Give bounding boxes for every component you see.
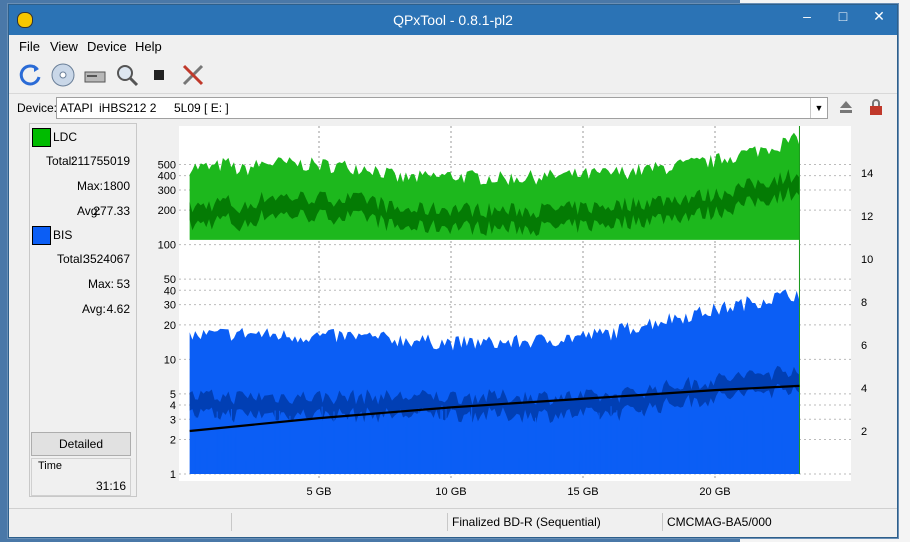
ldc-total: 211755019 xyxy=(70,154,130,168)
scan-icon[interactable] xyxy=(113,61,141,89)
y-tick-left: 50 xyxy=(164,274,176,286)
close-button[interactable]: ✕ xyxy=(861,5,897,29)
bis-max: 53 xyxy=(116,277,130,291)
bis-avg-label: Avg: xyxy=(82,302,106,316)
y-tick-left: 4 xyxy=(170,400,176,412)
lock-icon[interactable] xyxy=(865,96,887,118)
x-tick: 10 GB xyxy=(435,486,466,498)
bis-swatch[interactable] xyxy=(32,226,51,245)
title-bar[interactable]: QPxTool - 0.8.1-pl2 – □ ✕ xyxy=(9,5,897,35)
status-cell-2 xyxy=(231,513,448,531)
toolbar xyxy=(9,57,897,94)
maximize-button[interactable]: □ xyxy=(825,5,861,29)
y-tick-right: 6 xyxy=(861,340,867,352)
time-value: 31:16 xyxy=(95,479,126,493)
y-tick-left: 40 xyxy=(164,285,176,297)
y-tick-right: 4 xyxy=(861,383,867,395)
ldc-avg: 277.33 xyxy=(93,204,130,218)
device-firmware: 5L09 [ E: ] xyxy=(174,101,229,115)
ldc-swatch[interactable] xyxy=(32,128,51,147)
y-tick-left: 500 xyxy=(158,160,176,172)
y-tick-left: 30 xyxy=(164,300,176,312)
stop-icon[interactable] xyxy=(145,61,173,89)
y-tick-right: 8 xyxy=(861,297,867,309)
app-window: QPxTool - 0.8.1-pl2 – □ ✕ File View Devi… xyxy=(8,4,898,538)
y-tick-left: 100 xyxy=(158,240,176,252)
device-model: iHBS212 2 xyxy=(99,101,157,115)
bis-max-label: Max: xyxy=(88,277,115,291)
chart-area xyxy=(179,126,851,481)
detailed-button[interactable]: Detailed xyxy=(31,432,131,456)
device-select[interactable]: ATAPI iHBS212 2 5L09 [ E: ] ▼ xyxy=(56,97,828,119)
menu-bar: File View Device Help xyxy=(9,36,897,56)
time-label: Time xyxy=(38,460,63,472)
status-media: CMCMAG-BA5/000 xyxy=(662,513,873,531)
settings-icon[interactable] xyxy=(179,61,207,89)
chevron-down-icon[interactable]: ▼ xyxy=(810,98,827,118)
status-bar: Finalized BD-R (Sequential) CMCMAG-BA5/0… xyxy=(9,508,897,535)
device-label: Device: xyxy=(17,101,58,115)
bis-avg: 4.62 xyxy=(106,302,130,316)
y-tick-right: 14 xyxy=(861,168,873,180)
ldc-name: LDC xyxy=(53,130,78,144)
stats-panel: LDC Total: 211755019 Max: 1800 Avg: 277.… xyxy=(29,123,137,497)
y-tick-right: 2 xyxy=(861,426,867,438)
ldc-max: 1800 xyxy=(103,179,130,193)
menu-view[interactable]: View xyxy=(50,39,78,54)
time-box: Time 31:16 xyxy=(31,458,131,496)
y-tick-left: 1 xyxy=(170,469,176,481)
y-tick-left: 200 xyxy=(158,205,176,217)
y-tick-left: 3 xyxy=(170,414,176,426)
ldc-bis-chart xyxy=(179,126,851,481)
y-tick-right: 10 xyxy=(861,254,873,266)
bis-area xyxy=(189,289,800,474)
bis-total-label: Total: xyxy=(57,252,86,266)
y-tick-right: 12 xyxy=(861,211,873,223)
y-tick-left: 400 xyxy=(158,171,176,183)
x-tick: 5 GB xyxy=(306,486,331,498)
eject-icon[interactable] xyxy=(835,96,857,118)
status-disc: Finalized BD-R (Sequential) xyxy=(447,513,662,531)
window-title: QPxTool - 0.8.1-pl2 xyxy=(393,12,513,28)
device-bar: Device: ATAPI iHBS212 2 5L09 [ E: ] ▼ xyxy=(9,95,897,121)
y-tick-left: 5 xyxy=(170,389,176,401)
y-tick-left: 2 xyxy=(170,434,176,446)
minimize-button[interactable]: – xyxy=(789,5,825,29)
y-tick-left: 20 xyxy=(164,320,176,332)
refresh-icon[interactable] xyxy=(17,61,45,89)
y-tick-left: 300 xyxy=(158,185,176,197)
disc-icon[interactable] xyxy=(49,61,77,89)
bis-total: 3524067 xyxy=(83,252,130,266)
menu-help[interactable]: Help xyxy=(135,39,162,54)
y-tick-left: 10 xyxy=(164,354,176,366)
status-cell-1 xyxy=(11,513,229,531)
menu-file[interactable]: File xyxy=(19,39,40,54)
ldc-max-label: Max: xyxy=(77,179,104,193)
drive-icon[interactable] xyxy=(81,61,109,89)
x-tick: 15 GB xyxy=(567,486,598,498)
menu-device[interactable]: Device xyxy=(87,39,127,54)
bis-name: BIS xyxy=(53,228,73,242)
x-tick: 20 GB xyxy=(699,486,730,498)
device-interface: ATAPI xyxy=(60,101,93,115)
